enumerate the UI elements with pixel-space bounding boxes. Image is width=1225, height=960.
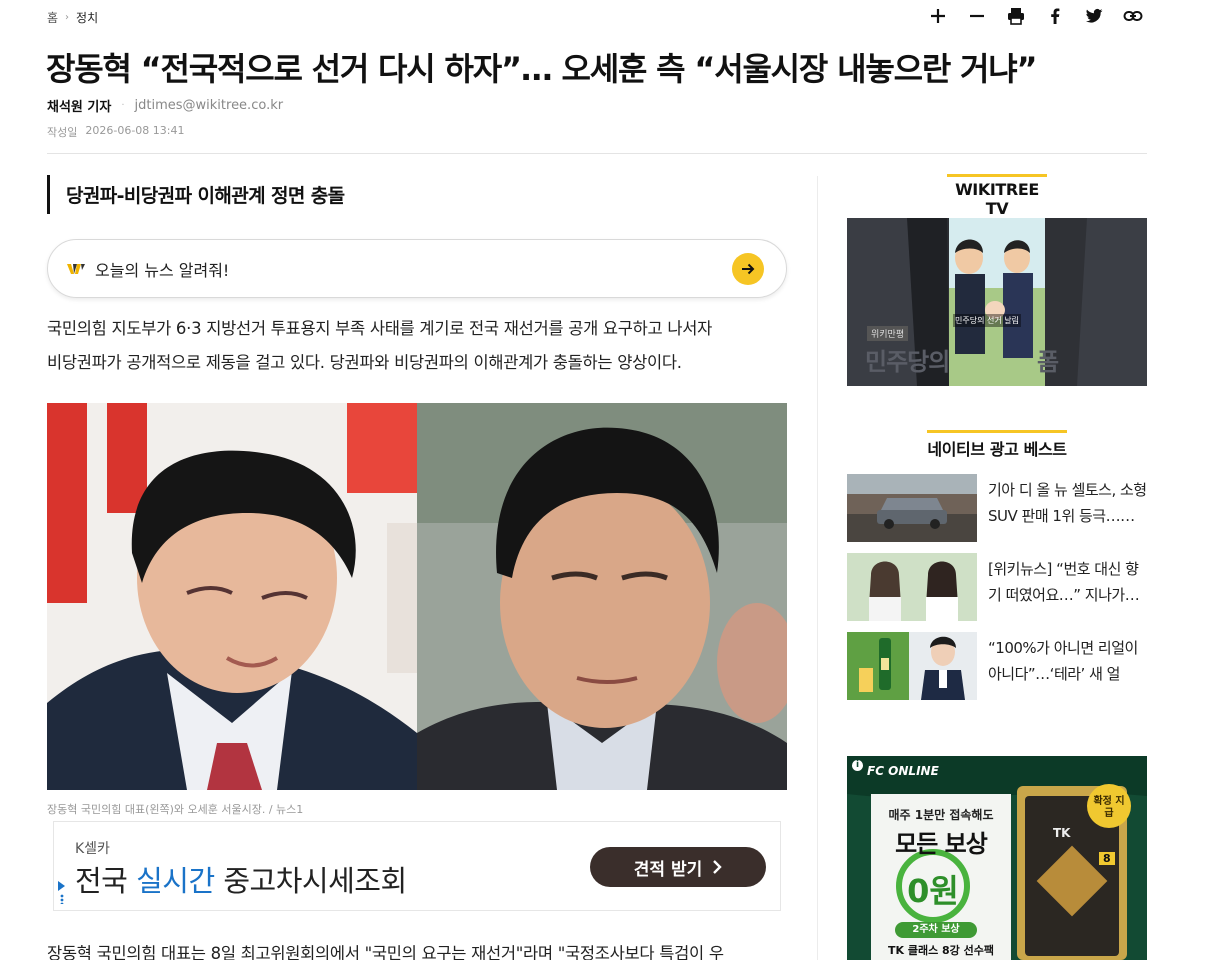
- native-ad-item[interactable]: 기아 디 올 뉴 셀토스, 소형 SUV 판매 1위 등극……: [847, 474, 1147, 542]
- game-logo: FC ONLINE: [867, 764, 939, 778]
- chevron-right-icon: [713, 860, 722, 874]
- native-ad-label: 네이티브 광고 베스트: [927, 440, 1067, 459]
- ad-quote-label: 견적 받기: [633, 859, 703, 880]
- native-ad-thumbnail: [847, 632, 977, 700]
- heading-accent-bar: [927, 430, 1067, 433]
- wikitree-tv-heading: WIKITREE TV: [947, 174, 1047, 218]
- game-pill: 2주차 보상: [912, 924, 960, 935]
- news-assistant-prompt[interactable]: 오늘의 뉴스 알려줘!: [47, 239, 787, 298]
- native-ad-thumbnail: [847, 474, 977, 542]
- arrow-right-icon: [742, 263, 755, 274]
- print-icon: [1007, 8, 1024, 25]
- ad-title: 전국 실시간 중고차시세조회: [75, 858, 407, 900]
- font-decrease-button[interactable]: [957, 4, 996, 28]
- game-line2: 모든 보상: [895, 830, 988, 858]
- native-ad-thumbnail: [847, 553, 977, 621]
- tv-caption: 민주당의 선거 날림: [953, 314, 1021, 327]
- publish-date: 작성일 2026-06-08 13:41: [47, 124, 185, 140]
- native-ad-heading: 네이티브 광고 베스트: [927, 430, 1067, 460]
- facebook-share-button[interactable]: [1035, 4, 1074, 28]
- native-ad-title: [위키뉴스] “번호 대신 향기 떠였어요…” 지나가…: [988, 560, 1140, 604]
- game-bottom-text: TK 클래스 8강 선수팩: [887, 944, 994, 957]
- heading-accent-bar: [947, 174, 1047, 177]
- used-car-ad-banner[interactable]: K셀카 전국 실시간 중고차시세조회 견적 받기: [53, 821, 781, 911]
- game-big-text: 0원: [907, 872, 959, 910]
- font-increase-button[interactable]: [918, 4, 957, 28]
- article-body-paragraph: 장동혁 국민의힘 대표는 8일 최고위원회의에서 "국민의 요구는 재선거"라며…: [47, 944, 724, 960]
- ad-brand: K셀카: [75, 841, 110, 857]
- byline-separator: ·: [121, 100, 125, 111]
- ad-info-icon[interactable]: i: [852, 760, 863, 771]
- breadcrumb-section-link[interactable]: 정치: [76, 9, 98, 26]
- fc-online-ad-banner[interactable]: FC ONLINE 매주 1분만 접속해도 모든 보상 0원 2주차 보상 TK…: [847, 756, 1147, 960]
- photo-right-person: [417, 403, 787, 790]
- header-divider: [47, 153, 1147, 154]
- breadcrumb-home-link[interactable]: 홈: [47, 9, 58, 26]
- game-badge: 확정 지급: [1093, 796, 1125, 819]
- print-button[interactable]: [996, 4, 1035, 28]
- breadcrumb-separator-icon: ›: [65, 12, 70, 23]
- link-icon: [1123, 11, 1142, 21]
- ad-title-highlight: 실시간: [136, 864, 215, 898]
- lead-line: 국민의힘 지도부가 6·3 지방선거 투표용지 부족 사태를 계기로 전국 재선…: [47, 319, 712, 338]
- article-toolbar: [918, 4, 1152, 28]
- ad-title-part: 중고차시세조회: [214, 864, 407, 898]
- wikitree-tv-label: WIKITREE TV: [955, 180, 1039, 218]
- minus-icon: [969, 14, 984, 18]
- byline: 채석원 기자 · jdtimes@wikitree.co.kr: [47, 96, 283, 115]
- tv-badge: 위키만평: [867, 326, 909, 341]
- game-card-number: 8: [1099, 852, 1115, 865]
- article-photo[interactable]: [47, 403, 787, 790]
- article-subhead: 당권파-비당권파 이해관계 정면 충돌: [47, 175, 345, 214]
- native-ad-title: 기아 디 올 뉴 셀토스, 소형 SUV 판매 1위 등극……: [988, 481, 1147, 525]
- twitter-icon: [1085, 9, 1102, 23]
- copy-link-button[interactable]: [1113, 4, 1152, 28]
- ad-title-part: 전국: [75, 864, 137, 898]
- adchoices-icon[interactable]: [57, 880, 67, 907]
- reporter-name[interactable]: 채석원 기자: [47, 96, 111, 115]
- column-divider: [817, 176, 818, 960]
- facebook-icon: [1050, 8, 1059, 24]
- news-assistant-text: 오늘의 뉴스 알려줘!: [95, 260, 230, 280]
- game-line1: 매주 1분만 접속해도: [888, 808, 994, 822]
- twitter-share-button[interactable]: [1074, 4, 1113, 28]
- wikitree-logo-icon: [67, 263, 85, 274]
- tv-overlay-text: 민주당의: [865, 348, 950, 376]
- ad-quote-button[interactable]: 견적 받기: [590, 847, 766, 887]
- reporter-email[interactable]: jdtimes@wikitree.co.kr: [135, 98, 284, 113]
- wikitree-tv-video[interactable]: 위키만평 민주당의 폼 민주당의 선거 날림: [847, 218, 1147, 386]
- native-ad-item[interactable]: “100%가 아니면 리얼이 아니다”…‘테라’ 새 얼굴…: [847, 632, 1147, 700]
- tv-overlay-tail: 폼: [1037, 348, 1060, 376]
- native-ad-title: “100%가 아니면 리얼이 아니다”…‘테라’ 새 얼굴…: [988, 639, 1138, 683]
- news-assistant-submit-button[interactable]: [732, 252, 764, 285]
- lead-paragraph: 국민의힘 지도부가 6·3 지방선거 투표용지 부족 사태를 계기로 전국 재선…: [47, 312, 789, 380]
- date-label: 작성일: [47, 126, 78, 139]
- lead-line: 비당권파가 공개적으로 제동을 걸고 있다. 당권파와 비당권파의 이해관계가 …: [47, 353, 682, 372]
- photo-left-person: [47, 403, 417, 790]
- photo-caption: 장동혁 국민의힘 대표(왼쪽)와 오세훈 서울시장. / 뉴스1: [47, 803, 304, 816]
- native-ad-item[interactable]: [위키뉴스] “번호 대신 향기 떠였어요…” 지나가…: [847, 553, 1147, 621]
- date-value: 2026-06-08 13:41: [85, 124, 185, 137]
- breadcrumb: 홈 › 정치: [47, 9, 98, 26]
- game-card-name: TK: [1053, 826, 1071, 840]
- article-headline: 장동혁 “전국적으로 선거 다시 하자”… 오세훈 측 “서울시장 내놓으란 거…: [46, 50, 1038, 88]
- plus-icon: [930, 9, 945, 23]
